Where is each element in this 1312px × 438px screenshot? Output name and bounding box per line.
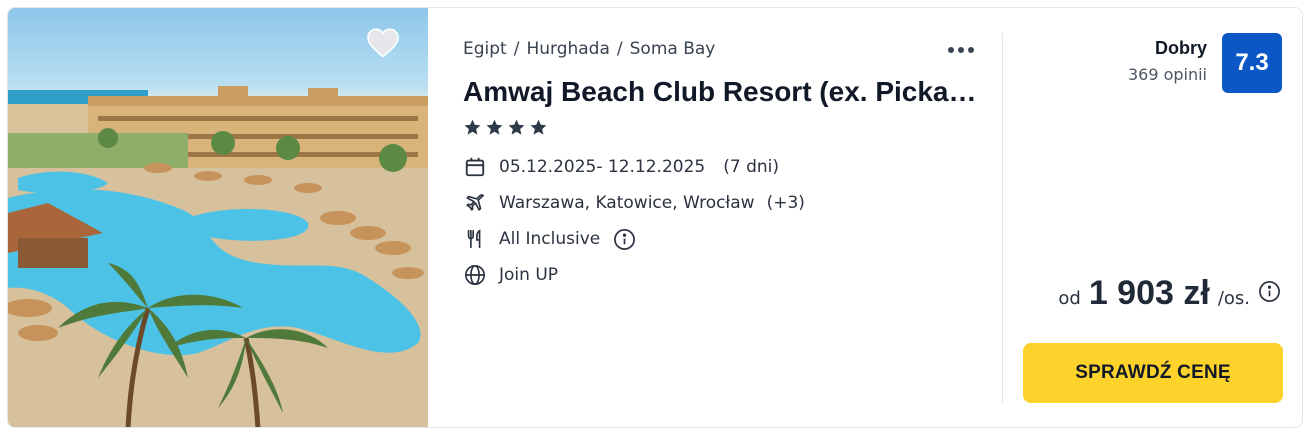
hotel-name[interactable]: Amwaj Beach Club Resort (ex. Picka… bbox=[463, 76, 978, 108]
departures-row: Warszawa, Katowice, Wrocław (+3) bbox=[463, 191, 805, 215]
trip-duration: (7 dni) bbox=[723, 157, 779, 177]
star-icon bbox=[530, 119, 547, 135]
tour-operator: Join UP bbox=[499, 265, 559, 285]
plane-icon bbox=[463, 191, 487, 215]
breadcrumb-separator: / bbox=[513, 39, 520, 59]
rating-score-badge[interactable]: 7.3 bbox=[1222, 33, 1282, 93]
board-type: All Inclusive bbox=[499, 229, 601, 249]
breadcrumb-area[interactable]: Soma Bay bbox=[630, 39, 716, 59]
globe-icon bbox=[463, 263, 487, 287]
price-value: 1 903 zł bbox=[1088, 274, 1210, 312]
more-options-button[interactable] bbox=[944, 38, 978, 62]
board-row: All Inclusive bbox=[463, 227, 636, 251]
rating-label: Dobry bbox=[1154, 38, 1207, 58]
dates-row: 05.12.2025- 12.12.2025 (7 dni) bbox=[463, 155, 779, 179]
heart-icon bbox=[367, 28, 399, 58]
breadcrumb-separator: / bbox=[616, 39, 623, 59]
info-icon[interactable] bbox=[1258, 280, 1282, 304]
hotel-photo-illustration bbox=[8, 86, 428, 427]
more-dots-icon bbox=[948, 47, 974, 53]
travel-dates: 05.12.2025- 12.12.2025 bbox=[499, 157, 706, 177]
star-icon bbox=[464, 119, 481, 135]
favorite-button[interactable] bbox=[366, 28, 404, 64]
check-price-button[interactable]: SPRAWDŹ CENĘ bbox=[1023, 343, 1283, 403]
column-divider bbox=[1002, 33, 1003, 403]
hotel-stars bbox=[463, 118, 548, 137]
breadcrumb: Egipt / Hurghada / Soma Bay bbox=[463, 39, 715, 59]
breadcrumb-region[interactable]: Hurghada bbox=[526, 39, 609, 59]
departures-more[interactable]: (+3) bbox=[767, 193, 805, 213]
breadcrumb-country[interactable]: Egipt bbox=[463, 39, 507, 59]
hotel-photo[interactable] bbox=[8, 8, 428, 427]
star-icon bbox=[508, 119, 525, 135]
price-prefix: od bbox=[1058, 288, 1081, 309]
info-icon[interactable] bbox=[612, 227, 636, 251]
price-unit: /os. bbox=[1217, 288, 1250, 309]
cutlery-icon bbox=[463, 227, 487, 251]
star-icon bbox=[486, 119, 503, 135]
calendar-icon bbox=[463, 155, 487, 179]
price: od 1 903 zł /os. bbox=[1058, 274, 1282, 313]
offer-card[interactable]: Egipt / Hurghada / Soma Bay Amwaj Beach … bbox=[7, 7, 1303, 428]
tour-operator-row: Join UP bbox=[463, 263, 558, 287]
departure-airports: Warszawa, Katowice, Wrocław bbox=[499, 193, 755, 213]
review-count[interactable]: 369 opinii bbox=[1128, 65, 1207, 84]
